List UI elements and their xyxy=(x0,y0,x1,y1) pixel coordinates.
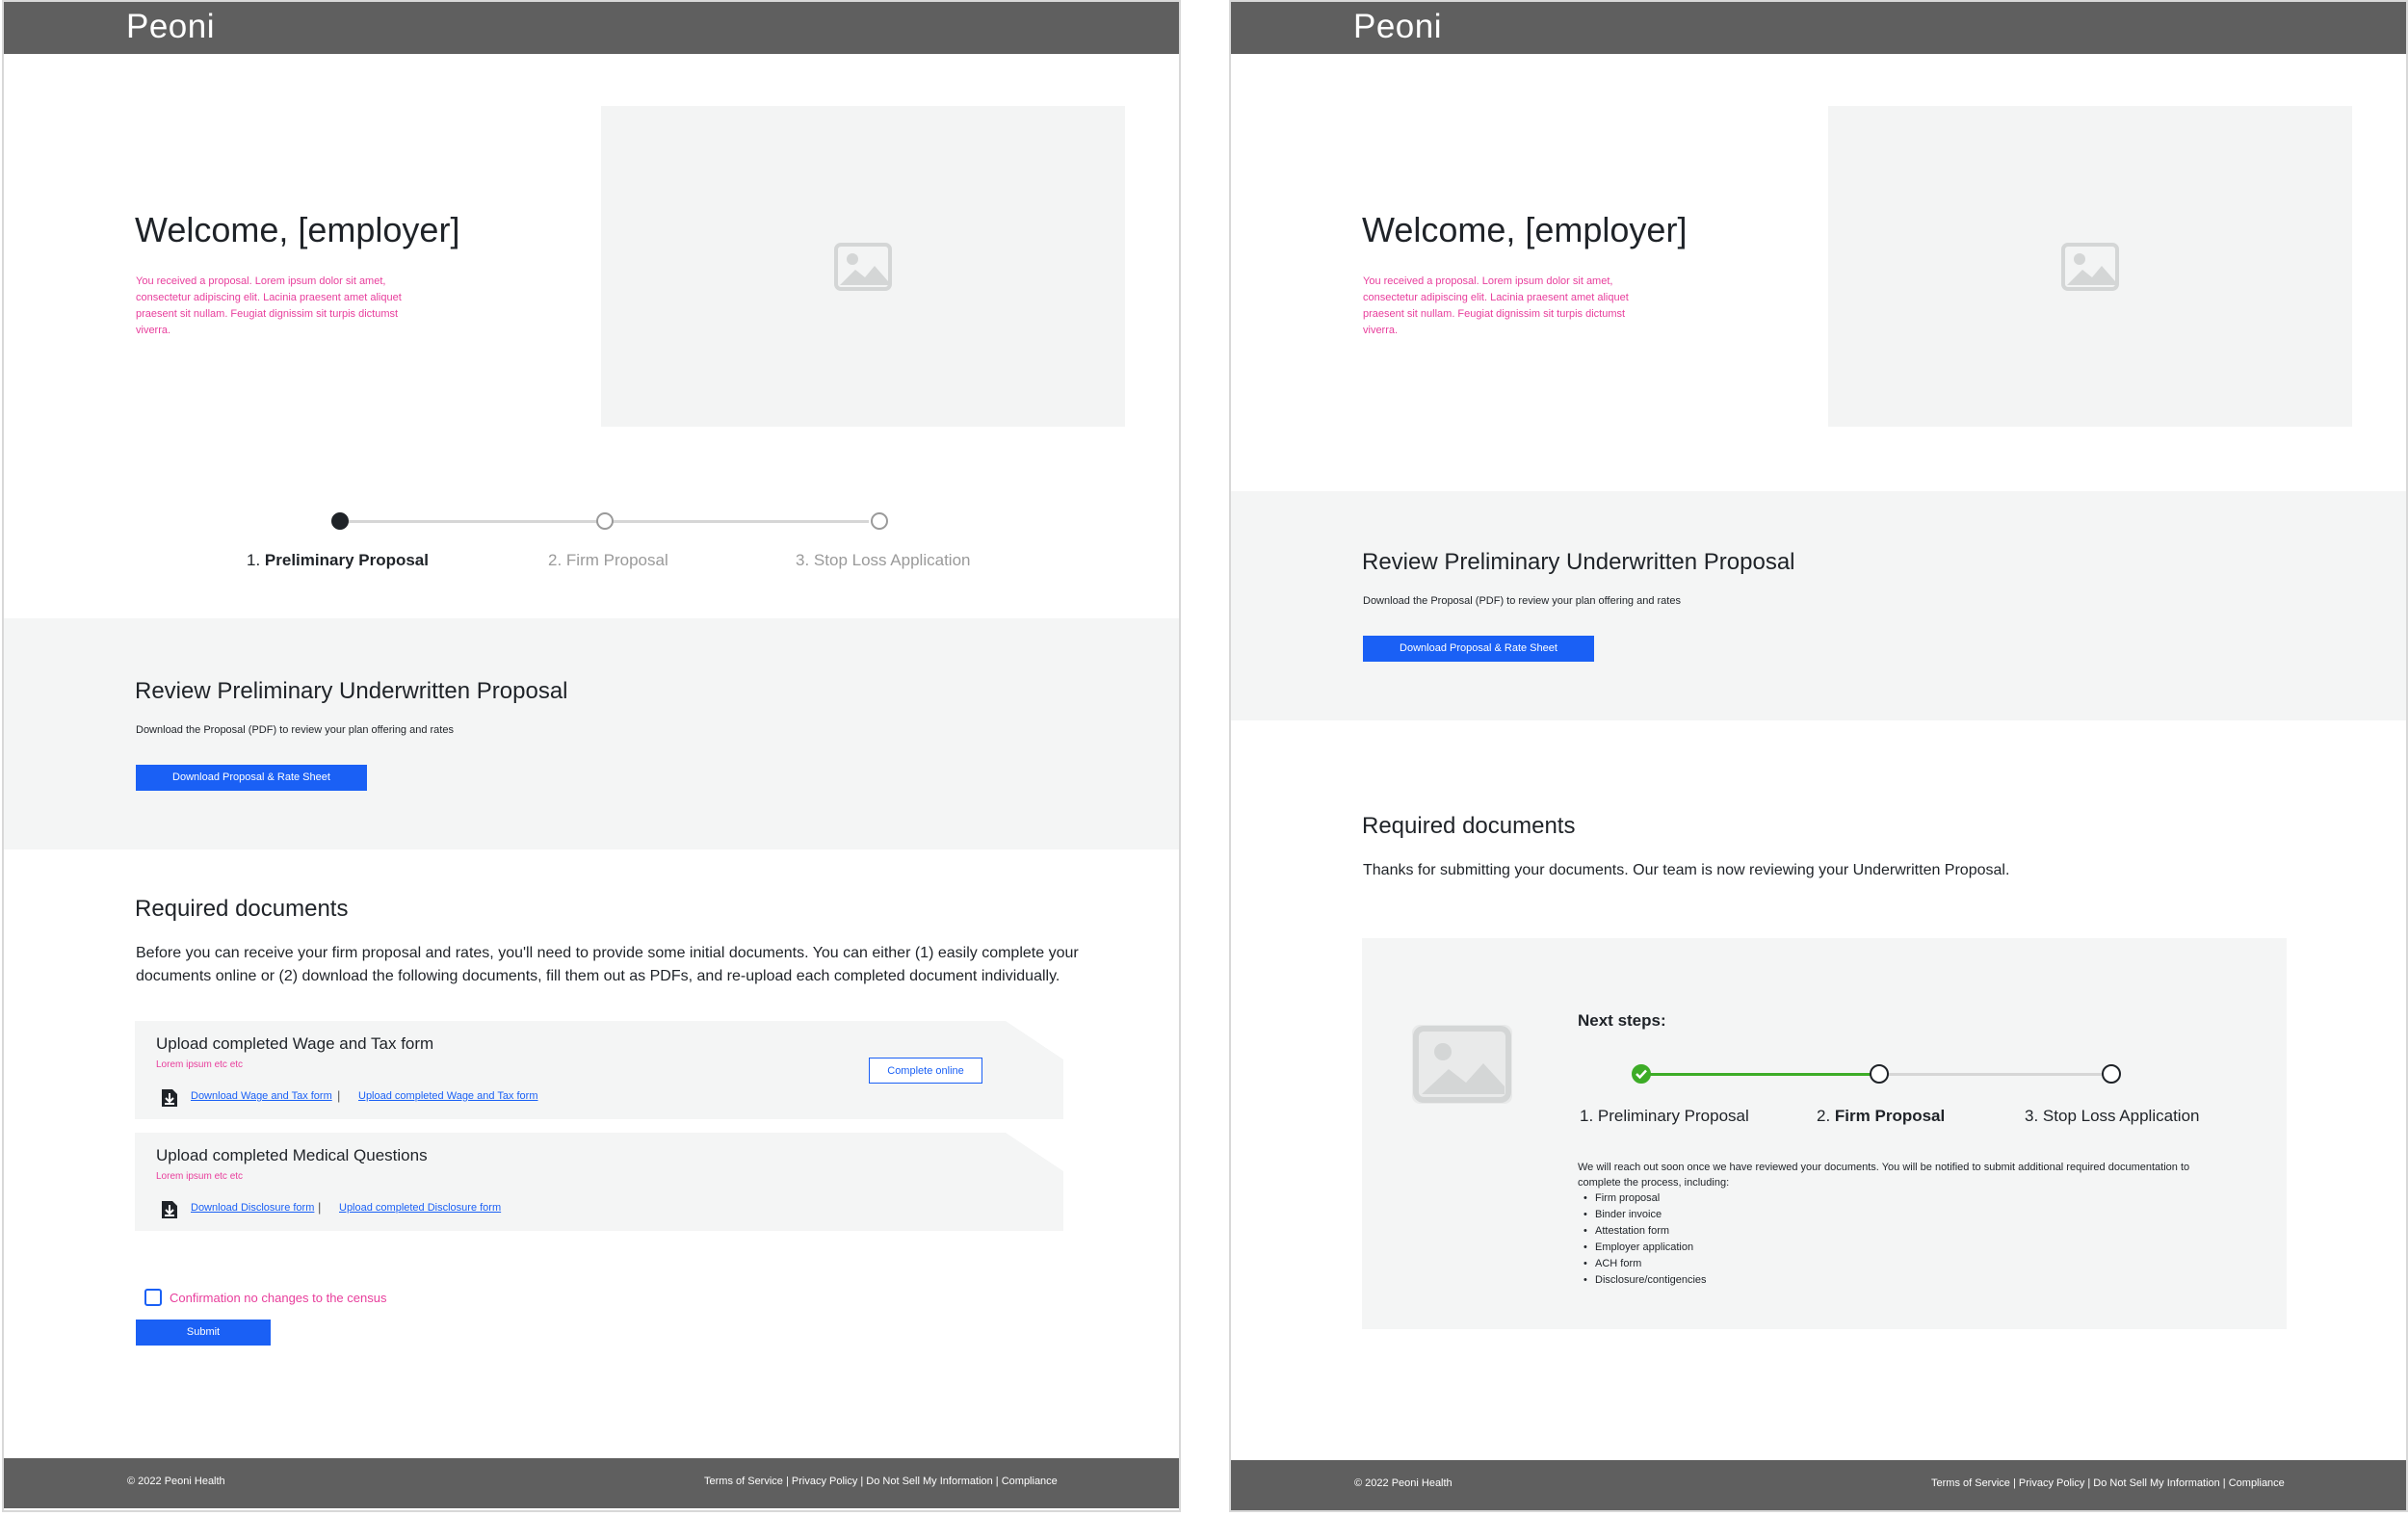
footer-links[interactable]: Terms of Service | Privacy Policy | Do N… xyxy=(1931,1477,2285,1489)
review-section: Review Preliminary Underwritten Proposal… xyxy=(4,618,1179,849)
footer-copyright: © 2022 Peoni Health xyxy=(1354,1477,1453,1489)
upload-wage-tax-link[interactable]: Upload completed Wage and Tax form xyxy=(358,1090,538,1102)
step-2-label[interactable]: 2. Firm Proposal xyxy=(548,551,668,570)
stepper-line xyxy=(339,520,599,523)
step-name: Preliminary Proposal xyxy=(264,551,429,569)
step-number: 2. xyxy=(548,551,563,569)
list-item: ACH form xyxy=(1584,1256,1707,1272)
hero-text: You received a proposal. Lorem ipsum dol… xyxy=(1363,275,1629,336)
review-title: Review Preliminary Underwritten Proposal xyxy=(135,678,568,704)
medical-questions-card: Upload completed Medical Questions Lorem… xyxy=(135,1133,1063,1231)
step-name: Stop Loss Application xyxy=(2042,1107,2200,1125)
logo[interactable]: Peoni xyxy=(126,8,215,46)
page-right: Peoni Welcome, [employer] You received a… xyxy=(1229,0,2408,1512)
step-3-label[interactable]: 3. Stop Loss Application xyxy=(796,551,970,570)
next-steps-list: Firm proposal Binder invoice Attestation… xyxy=(1584,1190,1707,1289)
link-separator: | xyxy=(318,1200,322,1215)
footer-links[interactable]: Terms of Service | Privacy Policy | Do N… xyxy=(704,1476,1058,1487)
review-text: Download the Proposal (PDF) to review yo… xyxy=(136,724,454,736)
step-1-dot-complete xyxy=(1632,1064,1651,1084)
next-steps-title: Next steps: xyxy=(1578,1011,1666,1030)
download-wage-tax-link[interactable]: Download Wage and Tax form xyxy=(191,1090,332,1102)
logo[interactable]: Peoni xyxy=(1353,8,1442,46)
stepper-line xyxy=(1882,1073,2104,1076)
footer: © 2022 Peoni Health Terms of Service | P… xyxy=(4,1458,1179,1508)
step-name: Firm Proposal xyxy=(565,551,668,569)
review-text: Download the Proposal (PDF) to review yo… xyxy=(1363,595,1681,607)
footer: © 2022 Peoni Health Terms of Service | P… xyxy=(1231,1460,2406,1510)
footer-copyright: © 2022 Peoni Health xyxy=(127,1476,225,1487)
list-item: Attestation form xyxy=(1584,1223,1707,1240)
stepper-line-complete xyxy=(1641,1073,1872,1076)
link-separator: | xyxy=(337,1088,341,1103)
step-3-dot xyxy=(871,512,888,530)
doc-card-subtitle: Lorem ipsum etc etc xyxy=(156,1171,244,1182)
step-1-label: 1. Preliminary Proposal xyxy=(1580,1107,1749,1126)
step-3-label: 3. Stop Loss Application xyxy=(2025,1107,2199,1126)
list-item: Firm proposal xyxy=(1584,1190,1707,1207)
hero-text: You received a proposal. Lorem ipsum dol… xyxy=(136,275,402,336)
list-item: Binder invoice xyxy=(1584,1207,1707,1223)
step-2-dot xyxy=(596,512,614,530)
census-confirmation-label[interactable]: Confirmation no changes to the census xyxy=(170,1291,386,1305)
header: Peoni xyxy=(4,2,1179,54)
step-1-label[interactable]: 1. Preliminary Proposal xyxy=(247,551,429,570)
list-item: Disclosure/contigencies xyxy=(1584,1272,1707,1289)
required-docs-title: Required documents xyxy=(135,896,349,922)
download-file-icon xyxy=(162,1201,177,1218)
step-name: Firm Proposal xyxy=(1834,1107,1946,1125)
step-number: 2. xyxy=(1817,1107,1831,1125)
wage-tax-card: Upload completed Wage and Tax form Lorem… xyxy=(135,1021,1063,1119)
doc-card-subtitle: Lorem ipsum etc etc xyxy=(156,1059,244,1070)
next-steps-card: Next steps: 1. Preliminary Proposal 2. F… xyxy=(1362,938,2287,1329)
step-number: 3. xyxy=(2025,1107,2039,1125)
census-confirmation-checkbox[interactable] xyxy=(144,1289,162,1306)
step-number: 1. xyxy=(247,551,261,569)
hero-title: Welcome, [employer] xyxy=(1362,210,1688,249)
step-2-label: 2. Firm Proposal xyxy=(1817,1107,1945,1126)
doc-card-title: Upload completed Wage and Tax form xyxy=(156,1034,434,1053)
upload-disclosure-link[interactable]: Upload completed Disclosure form xyxy=(339,1202,501,1214)
hero-image xyxy=(601,106,1125,427)
stepper-line xyxy=(609,520,869,523)
required-docs-intro: Before you can receive your firm proposa… xyxy=(136,945,1079,984)
step-number: 1. xyxy=(1580,1107,1594,1125)
next-steps-description: We will reach out soon once we have revi… xyxy=(1578,1162,2190,1189)
image-placeholder-icon xyxy=(1413,1026,1511,1103)
next-steps-image xyxy=(1412,1025,1512,1104)
step-number: 3. xyxy=(796,551,810,569)
progress-stepper: 1. Preliminary Proposal 2. Firm Proposal… xyxy=(225,503,996,580)
download-proposal-button[interactable]: Download Proposal & Rate Sheet xyxy=(1363,636,1594,662)
header: Peoni xyxy=(1231,2,2406,54)
check-icon xyxy=(1636,1069,1647,1080)
download-disclosure-link[interactable]: Download Disclosure form xyxy=(191,1202,314,1214)
list-item: Employer application xyxy=(1584,1240,1707,1256)
complete-online-button[interactable]: Complete online xyxy=(869,1058,982,1084)
doc-card-title: Upload completed Medical Questions xyxy=(156,1146,428,1164)
step-2-dot xyxy=(1870,1064,1889,1084)
thanks-message: Thanks for submitting your documents. Ou… xyxy=(1363,862,2010,878)
submit-button[interactable]: Submit xyxy=(136,1320,271,1346)
step-name: Stop Loss Application xyxy=(813,551,971,569)
image-placeholder-icon xyxy=(2061,242,2119,291)
required-docs-title: Required documents xyxy=(1362,813,1576,839)
hero-image xyxy=(1828,106,2352,427)
image-placeholder-icon xyxy=(834,242,892,291)
step-3-dot xyxy=(2102,1064,2121,1084)
page-left: Peoni Welcome, [employer] You received a… xyxy=(2,0,1181,1512)
step-name: Preliminary Proposal xyxy=(1597,1107,1749,1125)
hero-title: Welcome, [employer] xyxy=(135,210,460,249)
step-1-dot xyxy=(331,512,349,530)
review-section: Review Preliminary Underwritten Proposal… xyxy=(1231,491,2406,720)
download-file-icon xyxy=(162,1089,177,1107)
download-proposal-button[interactable]: Download Proposal & Rate Sheet xyxy=(136,765,367,791)
review-title: Review Preliminary Underwritten Proposal xyxy=(1362,549,1795,575)
